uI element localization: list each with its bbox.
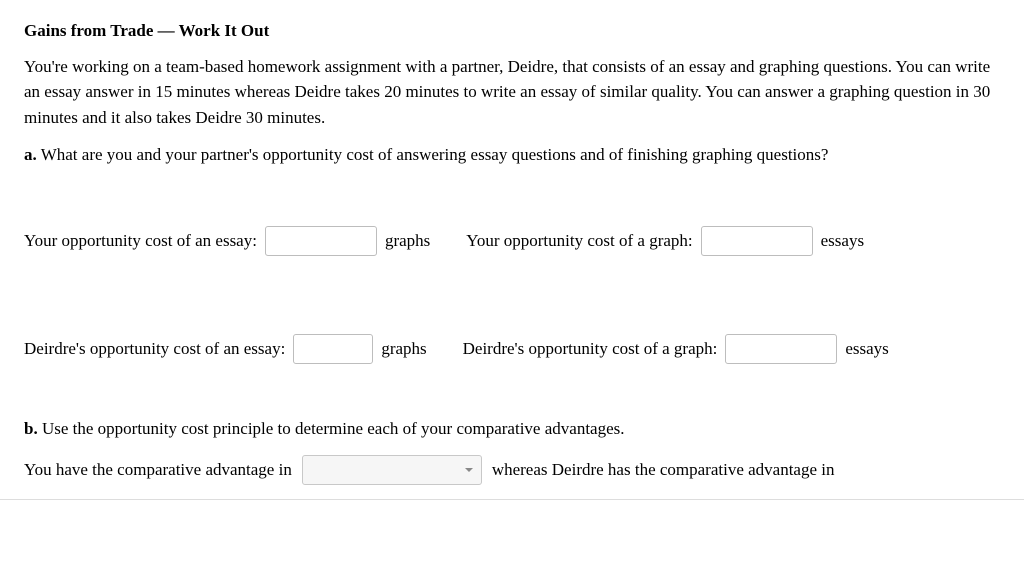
- your-graph-cost-input[interactable]: [701, 226, 813, 256]
- chevron-down-icon: [465, 468, 473, 472]
- deirdre-essay-cost-input[interactable]: [293, 334, 373, 364]
- deirdre-graph-cost-unit: essays: [845, 336, 888, 362]
- intro-paragraph: You're working on a team-based homework …: [24, 54, 1000, 131]
- your-essay-cost-label: Your opportunity cost of an essay:: [24, 228, 257, 254]
- deirdre-essay-cost-unit: graphs: [381, 336, 426, 362]
- sentence-after-dropdown: whereas Deirdre has the comparative adva…: [492, 457, 835, 483]
- sentence-before-dropdown: You have the comparative advantage in: [24, 457, 292, 483]
- question-b-text: Use the opportunity cost principle to de…: [42, 419, 625, 438]
- row-your-costs: Your opportunity cost of an essay: graph…: [24, 226, 1000, 256]
- question-b-label: b.: [24, 419, 38, 438]
- page-title: Gains from Trade — Work It Out: [24, 18, 1000, 44]
- question-b: b. Use the opportunity cost principle to…: [24, 416, 1000, 442]
- your-graph-cost-unit: essays: [821, 228, 864, 254]
- question-a: a. What are you and your partner's oppor…: [24, 142, 1000, 168]
- deirdre-graph-cost-label: Deirdre's opportunity cost of a graph:: [463, 336, 718, 362]
- question-a-text: What are you and your partner's opportun…: [41, 145, 829, 164]
- your-essay-cost-unit: graphs: [385, 228, 430, 254]
- comparative-advantage-line: You have the comparative advantage in wh…: [24, 455, 1000, 485]
- comparative-advantage-dropdown[interactable]: [302, 455, 482, 485]
- deirdre-essay-cost-label: Deirdre's opportunity cost of an essay:: [24, 336, 285, 362]
- row-deirdre-costs: Deirdre's opportunity cost of an essay: …: [24, 334, 1000, 364]
- your-graph-cost-label: Your opportunity cost of a graph:: [466, 228, 692, 254]
- question-a-label: a.: [24, 145, 37, 164]
- deirdre-graph-cost-input[interactable]: [725, 334, 837, 364]
- your-essay-cost-input[interactable]: [265, 226, 377, 256]
